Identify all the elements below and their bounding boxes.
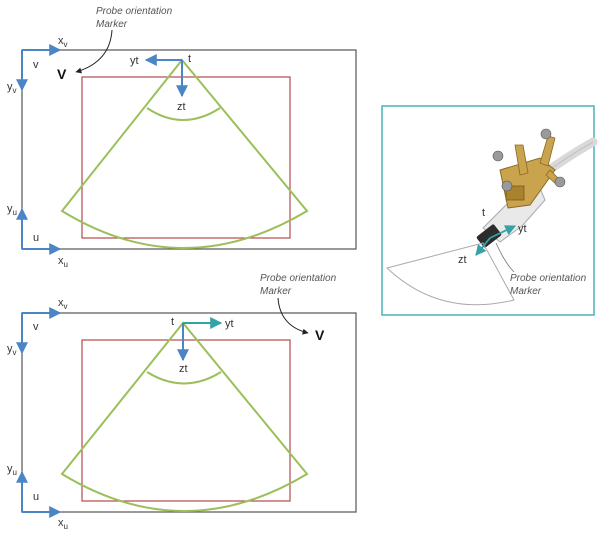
marker-caption-line2: Marker <box>260 286 292 297</box>
zt-label: zt <box>458 254 467 266</box>
marker-caption-line1: Probe orientation <box>510 273 587 284</box>
xv-label: xv <box>58 297 68 311</box>
marker-pointer-arrow <box>277 297 309 335</box>
image-frame <box>21 49 357 250</box>
yv-label: yv <box>7 343 17 357</box>
zt-label: zt <box>177 101 186 113</box>
xv-label: xv <box>58 35 68 49</box>
zt-label: zt <box>179 363 188 375</box>
ultrasound-fan <box>60 58 309 249</box>
v-label: v <box>33 59 39 71</box>
t-label: t <box>188 53 191 65</box>
orientation-marker-v: V <box>57 66 67 82</box>
xu-label: xu <box>58 517 68 531</box>
xu-label: xu <box>58 255 68 269</box>
marker-caption-line1: Probe orientation <box>260 273 337 284</box>
yt-label: yt <box>130 55 139 67</box>
yu-label: yu <box>7 463 17 477</box>
u-label: u <box>33 491 39 503</box>
bottom-panel: t yt zt xv v yv yu u xu Probe orientatio… <box>7 273 357 531</box>
marker-caption-line1: Probe orientation <box>96 6 173 17</box>
yv-label: yv <box>7 81 17 95</box>
image-frame <box>21 312 357 513</box>
top-panel: t yt zt xv v yv yu u xu Probe orientatio… <box>7 6 357 269</box>
diagram-canvas: t yt zt xv v yv yu u xu Probe orientatio… <box>7 6 598 531</box>
marker-caption-line2: Marker <box>96 19 128 30</box>
marker-caption-line2: Marker <box>510 286 542 297</box>
yt-label: yt <box>225 318 234 330</box>
t-label: t <box>482 207 485 219</box>
probe-photo-panel: t yt zt Probe orientation Marker <box>381 105 598 316</box>
tracking-sphere <box>540 128 552 140</box>
t-label: t <box>171 316 174 328</box>
yu-label: yu <box>7 203 17 217</box>
yt-label: yt <box>518 223 527 235</box>
region-of-interest <box>81 76 291 239</box>
orientation-marker-v: V <box>315 327 325 343</box>
v-label: v <box>33 321 39 333</box>
tracking-sphere <box>501 180 513 192</box>
u-label: u <box>33 232 39 244</box>
ultrasound-fan <box>60 321 309 512</box>
marker-pointer-arrow <box>75 29 113 74</box>
tracking-sphere <box>492 150 504 162</box>
tracking-sphere <box>554 176 566 188</box>
